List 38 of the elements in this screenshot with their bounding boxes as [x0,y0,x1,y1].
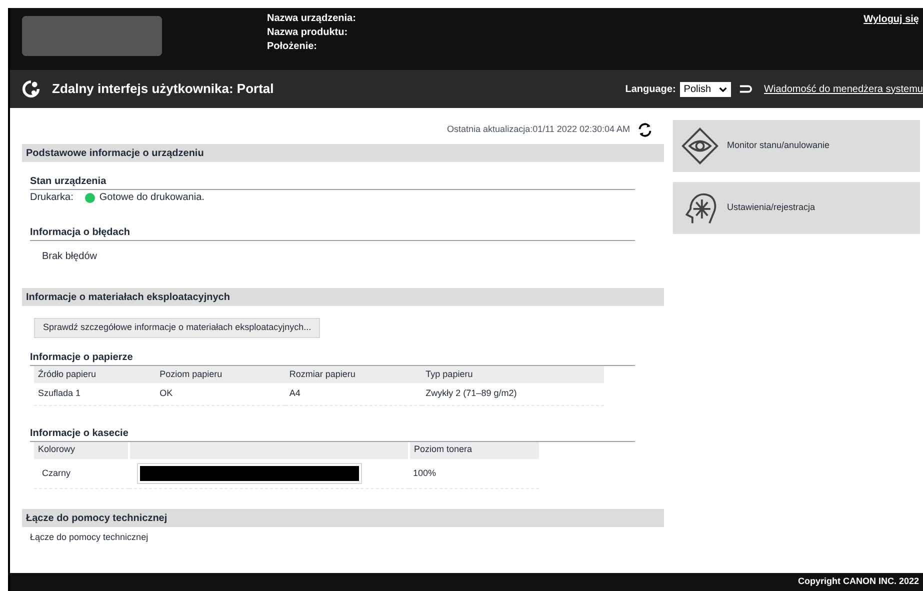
printer-status: Gotowe do drukowania. [99,191,204,205]
portal-title: Zdalny interfejs użytkownika: Portal [52,80,274,98]
column-header: Kolorowy [34,442,129,458]
column-header: Poziom papieru [156,366,286,383]
table-cell: Szuflada 1 [34,383,156,405]
section-heading: Łącze do pomocy technicznej [22,509,664,527]
column-header: Poziom tonera [409,442,539,458]
subsection-heading: Stan urządzenia [30,174,635,190]
device-info-label: Nazwa urządzenia: [267,12,356,26]
refresh-icon[interactable] [638,123,652,137]
column-header: Rozmiar papieru [285,366,422,383]
column-header: Źródło papieru [34,366,156,383]
error-status: Brak błędów [42,250,98,264]
table-cell: A4 [285,383,422,405]
logout-link[interactable]: Wyloguj się [864,12,919,27]
side-menu-item[interactable]: Monitor stanu/anulowanie [673,120,920,172]
side-menu-item[interactable]: Ustawienia/rejestracja [673,182,920,234]
table-cell: OK [156,383,286,405]
eye-icon [681,127,719,165]
printer-label: Drukarka: [30,191,74,205]
caret-icon[interactable] [719,86,728,92]
language-label: Language: [625,82,676,96]
device-info-label: Nazwa produktu: [267,26,349,40]
table-cell: Czarny [34,458,129,488]
table-cell: 100% [409,458,539,488]
section-heading: Podstawowe informacje o urządzeniu [22,144,664,162]
portal-logo-icon [22,80,40,98]
support-link[interactable]: Łącze do pomocy technicznej [30,531,148,544]
device-info-label: Położenie: [267,40,318,54]
message-link[interactable]: Wiadomość do menedżera systemu [764,82,923,96]
copyright-text: Copyright CANON INC. 2022 [798,575,919,588]
language-select[interactable]: Polish [680,82,732,96]
table-cell: Zwykły 2 (71–89 g/m2) [422,383,604,405]
column-header: Typ papieru [422,366,604,383]
subsection-heading: Informacja o błędach [30,225,635,241]
section-heading: Informacje o materiałach eksploatacyjnych [22,288,664,306]
details-button[interactable]: Sprawdź szczegółowe informacje o materiałach eksploatacyjnych... [34,318,320,338]
last-update-text: Ostatnia aktualizacja:01/11 2022 02:30:04 AM [447,123,630,136]
